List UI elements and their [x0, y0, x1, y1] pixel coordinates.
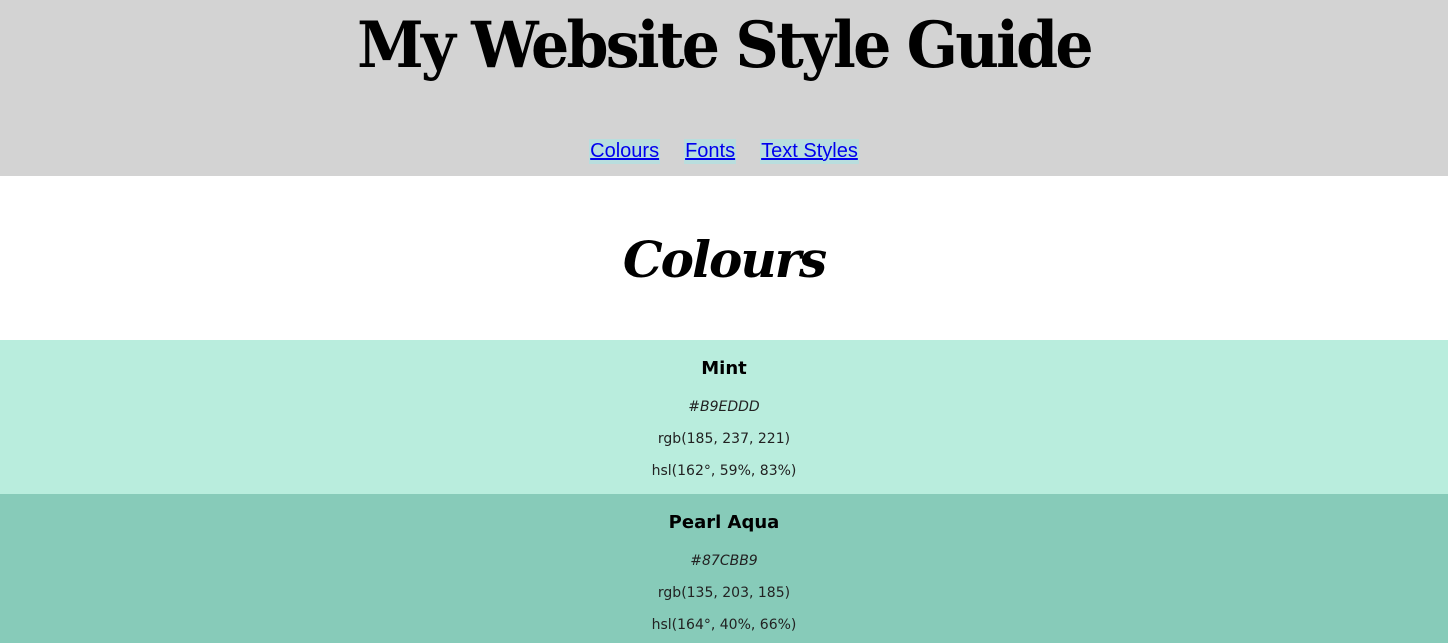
swatch-name: Mint — [701, 358, 747, 379]
colour-swatch-mint: Mint #B9EDDD rgb(185, 237, 221) hsl(162°… — [0, 340, 1448, 494]
swatch-hex: #87CBB9 — [690, 553, 758, 569]
swatch-hsl: hsl(162°, 59%, 83%) — [651, 463, 797, 479]
section-title-wrap: Colours — [0, 176, 1448, 340]
colour-swatch-pearl-aqua: Pearl Aqua #87CBB9 rgb(135, 203, 185) hs… — [0, 494, 1448, 643]
main-nav: Colours Fonts Text Styles — [0, 139, 1448, 164]
swatch-rgb: rgb(185, 237, 221) — [657, 431, 791, 447]
nav-link-text-styles[interactable]: Text Styles — [760, 139, 859, 164]
site-header: My Website Style Guide Colours Fonts Tex… — [0, 0, 1448, 176]
colours-section: Colours Mint #B9EDDD rgb(185, 237, 221) … — [0, 176, 1448, 643]
swatch-name: Pearl Aqua — [668, 512, 780, 533]
nav-link-fonts[interactable]: Fonts — [684, 139, 737, 164]
swatch-hex: #B9EDDD — [688, 399, 760, 415]
section-title: Colours — [622, 230, 827, 289]
nav-link-colours[interactable]: Colours — [589, 139, 661, 164]
swatch-rgb: rgb(135, 203, 185) — [657, 585, 791, 601]
site-title: My Website Style Guide — [357, 8, 1094, 83]
swatch-hsl: hsl(164°, 40%, 66%) — [651, 617, 797, 633]
